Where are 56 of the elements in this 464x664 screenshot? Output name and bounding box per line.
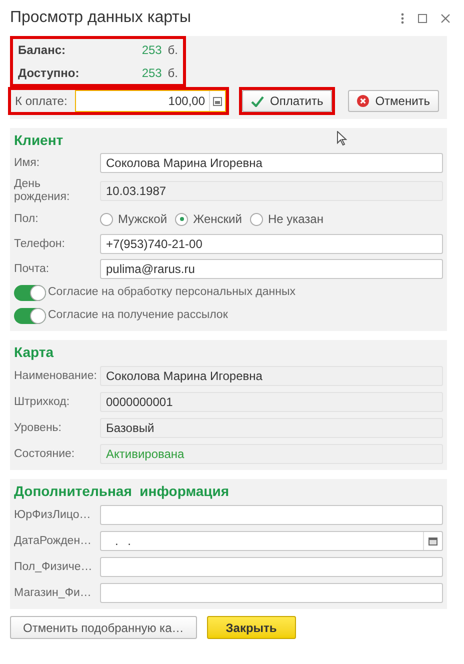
field-label: К оплате: — [14, 93, 68, 110]
cancel-selection-button[interactable]: Отменить подобранную ка… — [10, 616, 197, 639]
toggle-switch[interactable] — [14, 308, 46, 324]
close-icon[interactable] — [441, 14, 450, 22]
field-label: ЮрФизЛицо… — [14, 508, 92, 522]
input-field[interactable]: pulima@rarus.ru — [100, 259, 443, 279]
close-button[interactable]: Закрыть — [206, 616, 296, 639]
field-label: ДатаРожден… — [14, 534, 93, 548]
amount-field[interactable]: 100,00 — [75, 90, 226, 112]
more-icon[interactable] — [401, 12, 404, 24]
cursor-icon — [337, 131, 347, 146]
input-field[interactable]: +7(953)740-21-00 — [100, 234, 443, 254]
toggle-label: Согласие на получение рассылок — [48, 308, 228, 324]
field-label: Штрихкод: — [14, 396, 71, 408]
input-field[interactable]: Соколова Марина Игоревна — [100, 153, 443, 173]
input-field[interactable] — [100, 505, 443, 525]
cancel-icon — [357, 95, 370, 107]
calendar-icon[interactable] — [428, 536, 438, 546]
cancel-button[interactable]: Отменить — [348, 90, 440, 112]
field-label: Пол_Физиче… — [14, 560, 94, 574]
maximize-icon[interactable] — [418, 14, 427, 22]
toggle-label: Согласие на обработку персональных данных — [48, 285, 296, 300]
input-field: Активирована — [100, 444, 443, 464]
field-label: Наименование: — [14, 370, 98, 382]
radio-option[interactable]: Не указан — [250, 210, 324, 228]
balance-value: 253 — [142, 65, 163, 82]
input-field[interactable] — [100, 583, 443, 603]
section-title: Карта — [14, 344, 54, 360]
radio-option[interactable]: Женский — [175, 210, 242, 228]
radio-option[interactable]: Мужской — [100, 210, 168, 228]
field-label: Состояние: — [14, 448, 76, 460]
input-field: Соколова Марина Игоревна — [100, 366, 443, 386]
check-icon — [251, 96, 264, 106]
field-label: Имя: — [14, 156, 41, 170]
unit-label: б. — [168, 65, 178, 82]
unit-label: б. — [168, 42, 178, 59]
balance-value: 253 — [142, 42, 163, 59]
input-field[interactable] — [100, 557, 443, 577]
window-title: Просмотр данных карты — [10, 8, 192, 28]
input-field: 10.03.1987 — [100, 181, 443, 201]
field-label: Доступно: — [18, 65, 80, 82]
toggle-switch[interactable] — [14, 285, 46, 301]
input-field: 0000000001 — [100, 392, 443, 412]
input-field: Базовый — [100, 418, 443, 438]
field-label: Пол: — [14, 212, 40, 226]
date-field[interactable]: . . — [100, 531, 443, 551]
field-label: Баланс: — [18, 42, 67, 59]
section-title: Клиент — [14, 132, 64, 148]
field-label: Почта: — [14, 262, 50, 276]
calculator-icon[interactable] — [213, 96, 222, 106]
field-label: Магазин_Фи… — [14, 586, 92, 600]
pay-button[interactable]: Оплатить — [242, 90, 332, 112]
section-title: Дополнительная информация — [14, 483, 230, 499]
field-label: День рождения: — [14, 178, 71, 204]
field-label: Телефон: — [14, 238, 66, 250]
field-label: Уровень: — [14, 422, 62, 434]
